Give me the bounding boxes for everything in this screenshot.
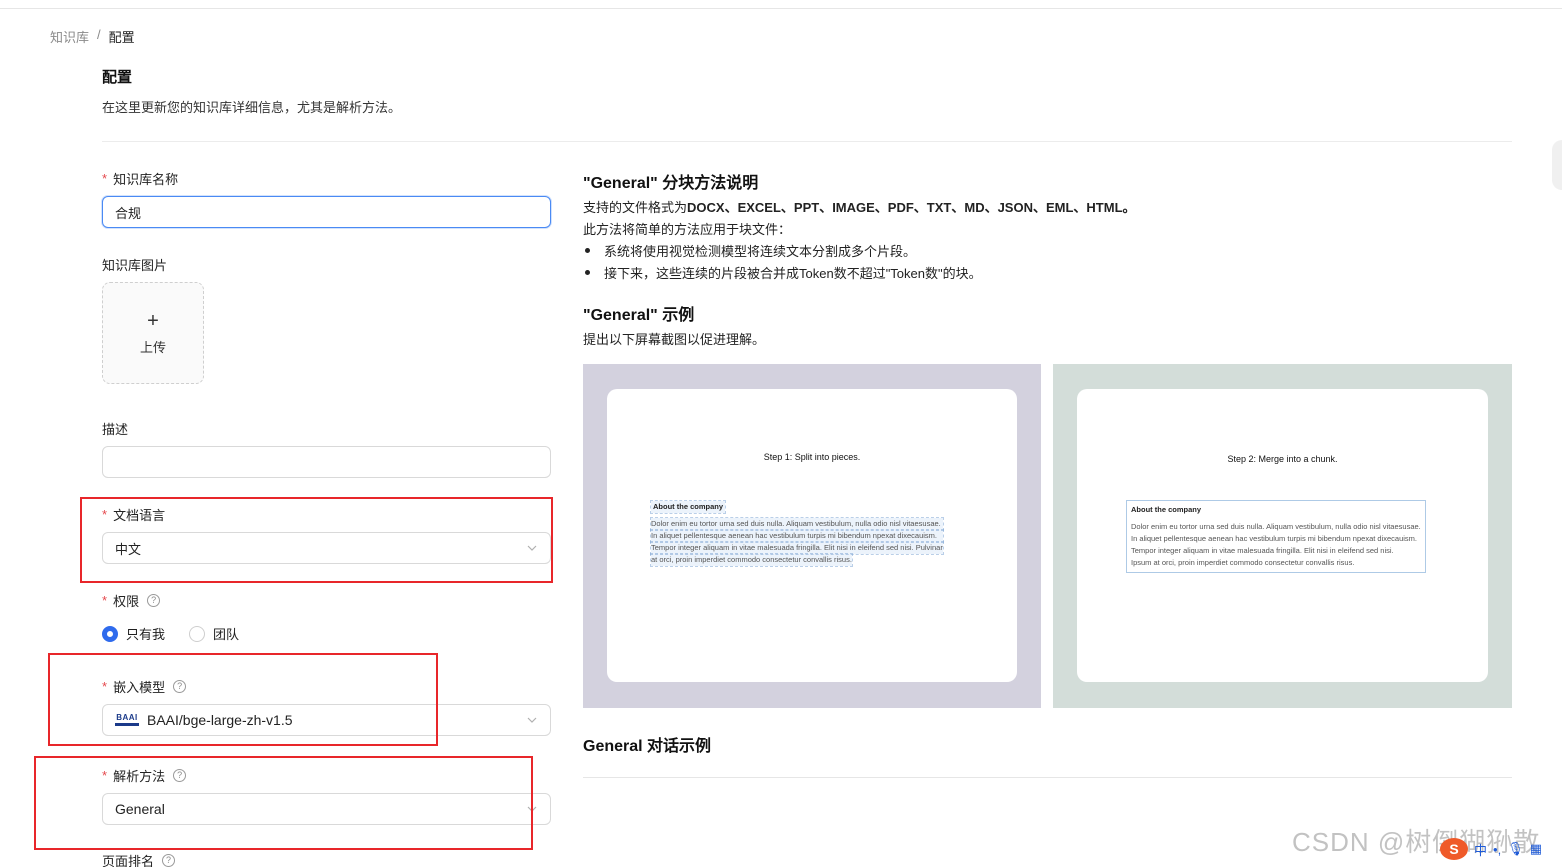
breadcrumb: 知识库 / 配置 bbox=[50, 27, 135, 46]
annotation-box-language bbox=[80, 497, 553, 583]
help-icon[interactable]: ? bbox=[162, 854, 176, 867]
image-upload-button[interactable]: + 上传 bbox=[102, 282, 204, 384]
top-divider bbox=[0, 8, 1562, 9]
method-bullet-text: 系统将使用视觉检测模型将连续文本分割成多个片段。 bbox=[604, 244, 917, 259]
microphone-icon[interactable]: 🎙 bbox=[1507, 841, 1524, 857]
help-icon[interactable]: ? bbox=[147, 594, 161, 607]
example-step-title: Step 1: Split into pieces. bbox=[763, 452, 861, 462]
example-image-step2: Step 2: Merge into a chunk. About the co… bbox=[1053, 364, 1512, 708]
method-intro: 此方法将简单的方法应用于块文件： bbox=[583, 222, 792, 237]
example-card: Step 1: Split into pieces. About the com… bbox=[607, 389, 1017, 682]
formats-prefix: 支持的文件格式为 bbox=[583, 200, 688, 215]
ime-language-toggle[interactable]: 中 bbox=[1474, 840, 1487, 859]
example-line: at orci, proin imperdiet commodo consect… bbox=[650, 553, 853, 567]
section-divider bbox=[583, 777, 1512, 778]
kb-image-label: 知识库图片 bbox=[102, 255, 167, 274]
example-line: Ipsum at orci, proin imperdiet commodo c… bbox=[1131, 558, 1355, 567]
radio-unchecked-icon bbox=[189, 625, 206, 642]
example-step-title: Step 2: Merge into a chunk. bbox=[1227, 454, 1338, 464]
example-document-merged: About the company Dolor enim eu tortor u… bbox=[1126, 500, 1426, 573]
header-divider bbox=[102, 141, 1512, 142]
permission-option-me[interactable]: 只有我 bbox=[102, 624, 165, 643]
breadcrumb-separator: / bbox=[97, 27, 101, 42]
side-handle[interactable] bbox=[1552, 140, 1562, 190]
plus-icon: + bbox=[147, 309, 159, 332]
example-card: Step 2: Merge into a chunk. About the co… bbox=[1077, 389, 1488, 682]
punctuation-icon[interactable]: •, bbox=[1493, 842, 1501, 857]
page-subtitle: 在这里更新您的知识库详细信息，尤其是解析方法。 bbox=[102, 100, 402, 115]
example-document: About the company Dolor enim eu tortor u… bbox=[649, 500, 944, 567]
example-line: In aliquet pellentesque aenean hac vesti… bbox=[650, 529, 944, 543]
page-title: 配置 bbox=[102, 69, 133, 86]
permission-option-label: 团队 bbox=[213, 627, 240, 642]
example-image-step1: Step 1: Split into pieces. About the com… bbox=[583, 364, 1041, 708]
kb-name-value: 合规 bbox=[115, 205, 142, 221]
formats-list: DOCX、EXCEL、PPT、IMAGE、PDF、TXT、MD、JSON、EML… bbox=[687, 200, 1136, 215]
example-title: "General" 示例 bbox=[583, 307, 695, 324]
example-line: Tempor integer aliquam in vitae malesuad… bbox=[650, 541, 944, 555]
description-label: 描述 bbox=[102, 419, 128, 438]
radio-checked-icon bbox=[102, 625, 118, 642]
annotation-box-parser bbox=[34, 756, 533, 850]
example-line: Dolor enim eu tortor urna sed duis nulla… bbox=[1131, 522, 1421, 531]
kb-name-label: * 知识库名称 bbox=[102, 169, 178, 188]
permission-label: * 权限 ? bbox=[102, 591, 161, 610]
required-mark: * bbox=[102, 171, 108, 186]
page-rank-label: 页面排名 ? bbox=[102, 851, 176, 867]
example-line: In aliquet pellentesque aenean hac vesti… bbox=[1131, 534, 1418, 543]
sogou-ime-icon[interactable]: S bbox=[1440, 838, 1468, 860]
permission-option-label: 只有我 bbox=[126, 627, 166, 642]
breadcrumb-parent-link[interactable]: 知识库 bbox=[50, 27, 89, 46]
example-line: Dolor enim eu tortor urna sed duis nulla… bbox=[650, 517, 944, 531]
method-title: "General" 分块方法说明 bbox=[583, 175, 759, 192]
keyboard-icon[interactable]: ▦ bbox=[1530, 841, 1542, 857]
ime-toolbar[interactable]: S 中 •, 🎙 ▦ bbox=[1440, 838, 1542, 860]
permission-option-team[interactable]: 团队 bbox=[189, 624, 239, 643]
kb-name-input[interactable]: 合规 bbox=[102, 196, 551, 228]
method-bullet: 接下来，这些连续的片段被合并成Token数不超过"Token数"的块。 bbox=[583, 263, 982, 282]
dialog-example-title: General 对话示例 bbox=[583, 738, 712, 755]
kb-image-label-text: 知识库图片 bbox=[102, 258, 168, 273]
example-description: 提出以下屏幕截图以促进理解。 bbox=[583, 332, 766, 347]
supported-formats: 支持的文件格式为DOCX、EXCEL、PPT、IMAGE、PDF、TXT、MD、… bbox=[583, 197, 1136, 216]
annotation-box-embedding bbox=[48, 653, 438, 746]
permission-label-text: 权限 bbox=[113, 594, 140, 609]
upload-label: 上传 bbox=[139, 339, 166, 355]
permission-radio-group: 只有我 团队 bbox=[102, 624, 255, 643]
example-heading: About the company bbox=[1131, 505, 1202, 514]
chevron-down-icon bbox=[526, 714, 538, 726]
example-line: Tempor integer aliquam in vitae malesuad… bbox=[1131, 546, 1394, 555]
example-heading: About the company bbox=[649, 500, 727, 514]
method-bullet-text: 接下来，这些连续的片段被合并成Token数不超过"Token数"的块。 bbox=[604, 266, 982, 281]
kb-name-label-text: 知识库名称 bbox=[113, 172, 179, 187]
description-label-text: 描述 bbox=[102, 422, 129, 437]
method-bullet: 系统将使用视觉检测模型将连续文本分割成多个片段。 bbox=[583, 241, 916, 260]
description-input[interactable] bbox=[102, 446, 551, 478]
breadcrumb-current: 配置 bbox=[108, 30, 135, 45]
page-rank-label-text: 页面排名 bbox=[102, 854, 155, 867]
required-mark: * bbox=[102, 593, 108, 608]
